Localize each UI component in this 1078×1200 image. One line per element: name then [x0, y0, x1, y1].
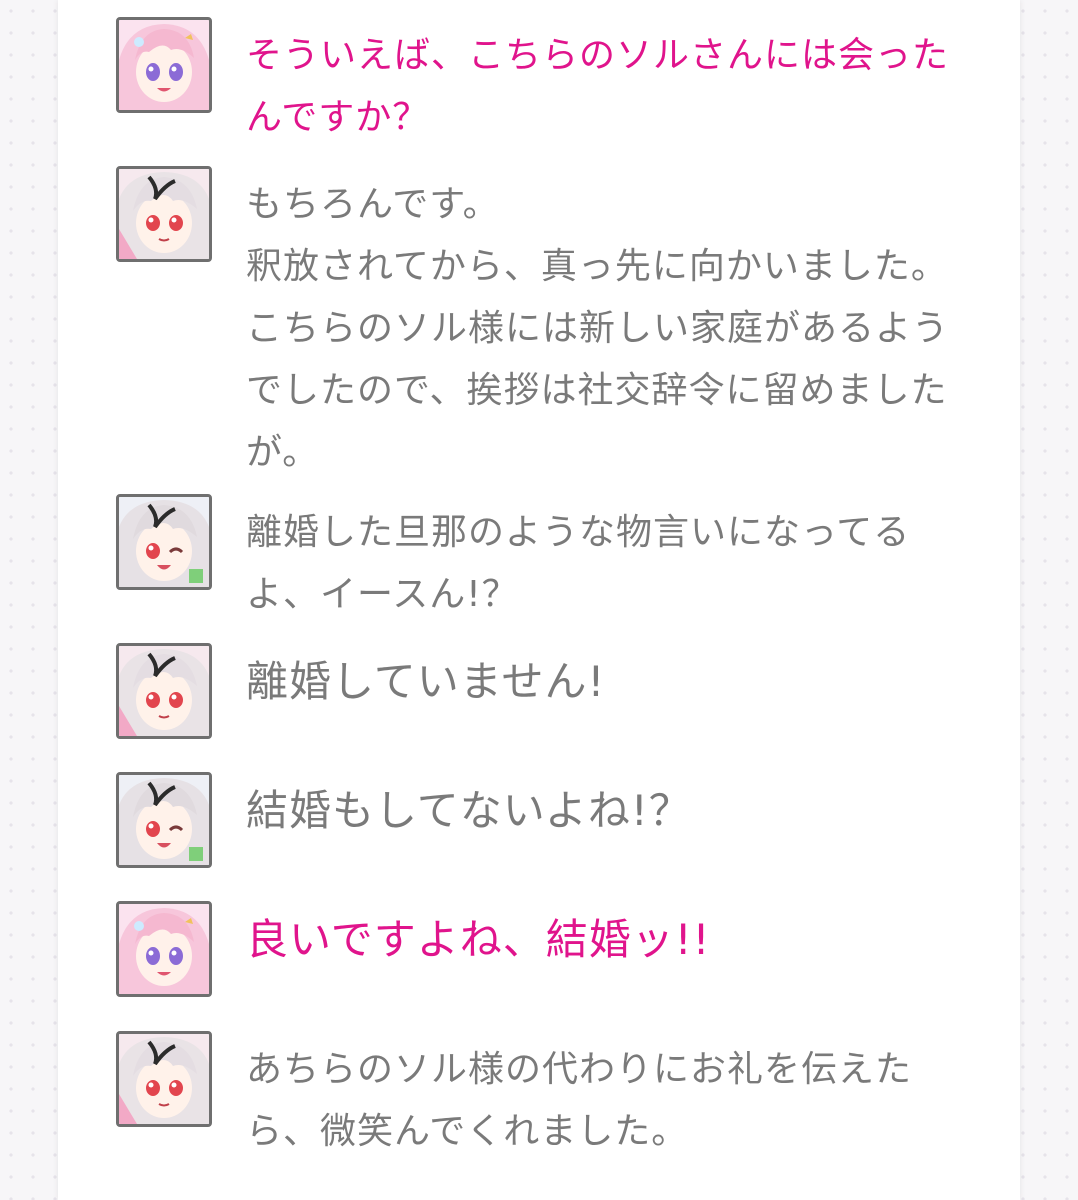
- white-haired-girl-avatar-icon: [116, 1031, 212, 1127]
- message-text: 結婚もしてないよね!？: [246, 786, 692, 835]
- chat-panel: そういえば、こちらのソルさんには会ったんですか？ もちろんです。 釈放されてから…: [58, 0, 1020, 1200]
- white-haired-girl-avatar-icon: [116, 643, 212, 739]
- white-haired-girl-winking-avatar-icon: [116, 772, 212, 868]
- white-haired-girl-winking-avatar-icon: [116, 494, 212, 590]
- message-text: そういえば、こちらのソルさんには会ったんですか？: [246, 35, 950, 138]
- message-text: 離婚していません!: [246, 657, 606, 706]
- white-haired-girl-avatar-icon: [116, 166, 212, 262]
- pink-haired-girl-avatar-icon: [116, 901, 212, 997]
- message-text: あちらのソル様の代わりにお礼を伝えたら、微笑んでくれました。: [246, 1049, 913, 1152]
- message-text: 離婚した旦那のような物言いになってるよ、イースん!？: [246, 512, 911, 615]
- message-text: もちろんです。 釈放されてから、真っ先に向かいました。 こちらのソル様には新しい…: [246, 184, 950, 473]
- pink-haired-girl-avatar-icon: [116, 17, 212, 113]
- message-text: 良いですよね、結婚ッ!!: [246, 915, 711, 964]
